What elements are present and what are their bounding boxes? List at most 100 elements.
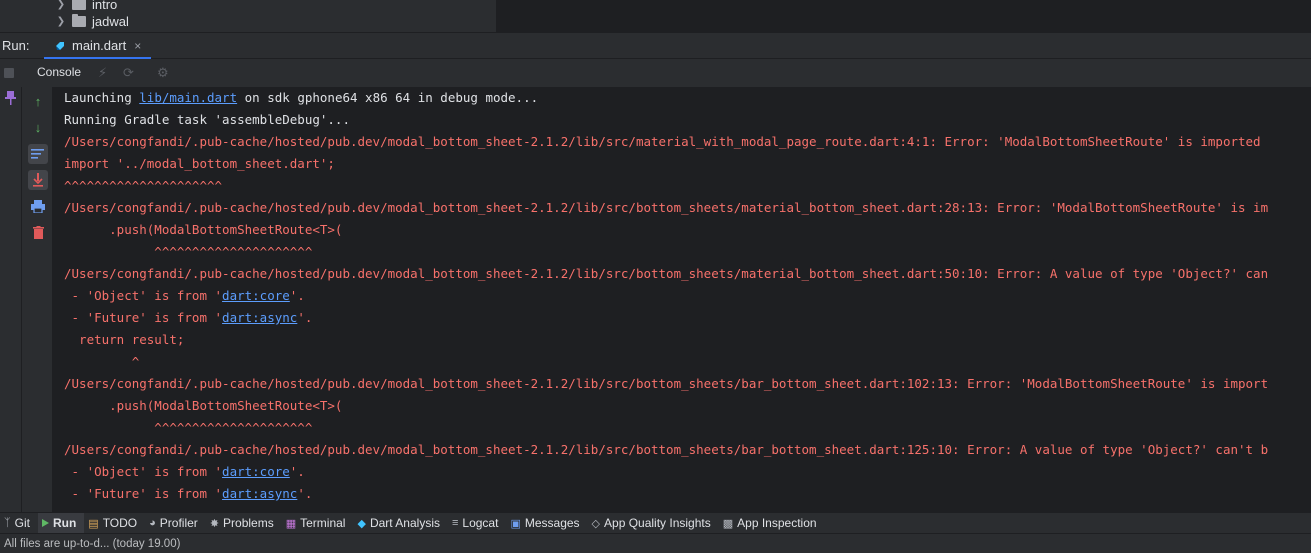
tool-app-inspection[interactable]: ▩ App Inspection: [719, 513, 825, 534]
close-icon[interactable]: ×: [134, 39, 141, 53]
console-text: ^: [64, 354, 140, 369]
console-line: ^^^^^^^^^^^^^^^^^^^^^: [64, 417, 312, 439]
arrow-down-icon[interactable]: ↓: [28, 117, 48, 137]
trash-icon[interactable]: [28, 222, 48, 242]
folder-icon: [72, 13, 86, 27]
console-line: return result;: [64, 329, 184, 351]
tool-label: Messages: [524, 516, 580, 530]
tree-item-jadwal[interactable]: ❯ jadwal: [56, 12, 129, 30]
tool-label: App Inspection: [737, 516, 817, 530]
tool-label: Git: [14, 516, 30, 530]
status-text[interactable]: All files are up-to-d... (today 19.00): [4, 538, 180, 550]
console-text: .push(ModalBottomSheetRoute<T>(: [64, 398, 343, 413]
dart-icon: [56, 41, 64, 50]
console-text: - 'Object' is from ': [64, 288, 223, 303]
console-text: .push(ModalBottomSheetRoute<T>(: [64, 222, 343, 237]
tool-terminal[interactable]: ▦ Terminal: [282, 513, 354, 534]
tool-profiler[interactable]: ◕ Profiler: [145, 513, 206, 534]
console-line: - 'Future' is from 'dart:async'.: [64, 307, 313, 329]
play-icon: [41, 519, 49, 527]
console-line: Running Gradle task 'assembleDebug'...: [64, 109, 350, 131]
devtools-icon[interactable]: ⚙: [157, 65, 169, 81]
run-label: Run:: [2, 38, 30, 53]
tool-logcat[interactable]: ≡ Logcat: [448, 513, 506, 534]
chevron-right-icon[interactable]: ❯: [56, 16, 66, 27]
git-branch-icon: ᛉ: [4, 517, 11, 529]
console-text: /Users/congfandi/.pub-cache/hosted/pub.d…: [64, 134, 1261, 149]
dart-icon: ◆: [357, 517, 366, 530]
console-line: /Users/congfandi/.pub-cache/hosted/pub.d…: [64, 263, 1268, 285]
pin-icon[interactable]: [5, 91, 16, 105]
console-link[interactable]: lib/main.dart: [139, 90, 237, 105]
tool-label: Logcat: [462, 516, 499, 530]
console-text: ^^^^^^^^^^^^^^^^^^^^^: [64, 244, 313, 259]
console-actions: ↑ ↓: [22, 87, 53, 512]
console-text: on sdk gphone64 x86 64 in debug mode...: [237, 90, 539, 105]
console-tab[interactable]: Console: [37, 65, 81, 79]
todo-list-icon: ▤: [88, 517, 99, 530]
project-tree: ❯ intro ❯ jadwal: [0, 0, 483, 32]
console-text: - 'Future' is from ': [64, 486, 223, 501]
status-bar: All files are up-to-d... (today 19.00): [0, 533, 1311, 553]
console-link[interactable]: dart:core: [222, 464, 290, 479]
chevron-right-icon[interactable]: ❯: [56, 0, 66, 10]
tool-messages[interactable]: ▣ Messages: [506, 513, 587, 534]
console-line: /Users/congfandi/.pub-cache/hosted/pub.d…: [64, 131, 1261, 153]
logcat-icon: ≡: [451, 517, 459, 529]
pane-splitter[interactable]: [483, 0, 497, 32]
console-line: .push(ModalBottomSheetRoute<T>(: [64, 219, 342, 241]
tool-label: Run: [52, 516, 77, 530]
scroll-to-end-icon[interactable]: [28, 170, 48, 190]
tool-label: Problems: [223, 516, 274, 530]
tool-git[interactable]: ᛉ Git: [0, 513, 38, 534]
console-line: Launching lib/main.dart on sdk gphone64 …: [64, 87, 538, 109]
stop-icon[interactable]: [4, 68, 14, 78]
console-line: ^: [64, 351, 140, 373]
console-text: return result;: [64, 332, 185, 347]
run-tab-main-dart[interactable]: main.dart ×: [44, 32, 152, 60]
console-text: - 'Object' is from ': [64, 464, 223, 479]
arrow-up-icon[interactable]: ↑: [28, 91, 48, 111]
tool-todo[interactable]: ▤ TODO: [84, 513, 145, 534]
bug-icon: ✸: [209, 517, 220, 530]
message-icon: ▣: [510, 517, 521, 530]
tool-label: Terminal: [300, 516, 346, 530]
run-tab-label: main.dart: [72, 38, 127, 53]
console-text: ^^^^^^^^^^^^^^^^^^^^^: [64, 420, 313, 435]
console-text: /Users/congfandi/.pub-cache/hosted/pub.d…: [64, 376, 1269, 391]
tool-window-bar: ᛉ Git Run ▤ TODO ◕ Profiler ✸ Problems ▦…: [0, 512, 1311, 534]
console-line: /Users/congfandi/.pub-cache/hosted/pub.d…: [64, 439, 1268, 461]
top-area: ❯ intro ❯ jadwal: [0, 0, 1311, 32]
tool-label: TODO: [102, 516, 138, 530]
console-text: '.: [297, 486, 313, 501]
tool-problems[interactable]: ✸ Problems: [206, 513, 282, 534]
console-link[interactable]: dart:async: [222, 486, 297, 501]
hot-restart-icon[interactable]: ⟳: [123, 65, 134, 81]
console-text: ^^^^^^^^^^^^^^^^^^^^^: [64, 178, 223, 193]
editor-area: [497, 0, 1311, 32]
tool-label: Dart Analysis: [369, 516, 440, 530]
console-line: - 'Object' is from 'dart:core'.: [64, 461, 305, 483]
console-text: Launching: [64, 90, 140, 105]
tool-run[interactable]: Run: [37, 512, 85, 534]
console-text: /Users/congfandi/.pub-cache/hosted/pub.d…: [64, 266, 1269, 281]
soft-wrap-icon[interactable]: [28, 144, 48, 164]
lightning-icon[interactable]: ⚡: [98, 65, 107, 81]
console-text: - 'Future' is from ': [64, 310, 223, 325]
tool-label: Profiler: [159, 516, 198, 530]
console-line: import '../modal_bottom_sheet.dart';: [64, 153, 335, 175]
console-link[interactable]: dart:async: [222, 310, 297, 325]
tree-item-label: intro: [92, 0, 118, 12]
tool-app-quality-insights[interactable]: ◇ App Quality Insights: [588, 513, 719, 534]
side-gutter: [0, 87, 22, 512]
tool-dart-analysis[interactable]: ◆ Dart Analysis: [353, 513, 448, 534]
console-line: /Users/congfandi/.pub-cache/hosted/pub.d…: [64, 373, 1268, 395]
console-text: /Users/congfandi/.pub-cache/hosted/pub.d…: [64, 442, 1269, 457]
console-line: - 'Future' is from 'dart:async'.: [64, 483, 313, 505]
console-text: Running Gradle task 'assembleDebug'...: [64, 112, 350, 127]
print-icon[interactable]: [28, 196, 48, 216]
android-icon: ▩: [722, 517, 734, 530]
console-line: ^^^^^^^^^^^^^^^^^^^^^: [64, 241, 312, 263]
console-output[interactable]: Launching lib/main.dart on sdk gphone64 …: [53, 87, 1311, 512]
console-link[interactable]: dart:core: [222, 288, 290, 303]
